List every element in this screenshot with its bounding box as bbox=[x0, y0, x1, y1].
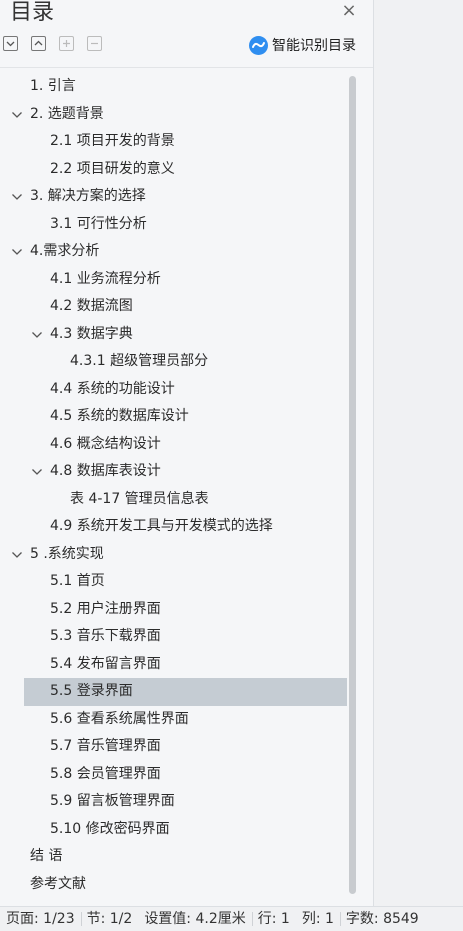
toc-item[interactable]: 5.1 首页 bbox=[0, 568, 347, 596]
smart-recognize-label: 智能识别目录 bbox=[272, 38, 356, 54]
toc-item-label: 5.3 音乐下载界面 bbox=[50, 628, 161, 644]
toc-item[interactable]: 4.8 数据库表设计 bbox=[0, 458, 347, 486]
toc-item[interactable]: 5.10 修改密码界面 bbox=[0, 816, 347, 844]
toc-item-label: 参考文献 bbox=[30, 875, 86, 892]
toc-item[interactable]: 4.5 系统的数据库设计 bbox=[0, 403, 347, 431]
smart-recognize-button[interactable]: 智能识别目录 bbox=[249, 35, 356, 55]
toolbar-divider bbox=[0, 67, 373, 68]
add-heading-icon[interactable] bbox=[59, 36, 74, 51]
toc-list: 1. 引言 2. 选题背景 2.1 项目开发的背景 2.2 项目研发的意义 3. 解决方… bbox=[0, 73, 347, 898]
toc-item-label: 3. 解决方案的选择 bbox=[30, 188, 146, 204]
chevron-down-icon[interactable] bbox=[31, 330, 43, 340]
toc-item-label: 5.6 查看系统属性界面 bbox=[50, 710, 189, 727]
toc-item[interactable]: 5.2 用户注册界面 bbox=[0, 596, 347, 624]
toc-item-label: 1. 引言 bbox=[30, 78, 76, 94]
toc-item-label: 4.4 系统的功能设计 bbox=[50, 380, 175, 397]
toc-item-label: 5.1 首页 bbox=[50, 573, 105, 589]
chevron-down-icon[interactable] bbox=[11, 192, 23, 202]
chevron-down-icon[interactable] bbox=[11, 247, 23, 257]
chevron-down-icon[interactable] bbox=[11, 110, 23, 120]
toc-item[interactable]: 结 语 bbox=[0, 843, 347, 871]
toc-item-selected[interactable]: 5.5 登录界面 bbox=[24, 678, 347, 706]
status-word-count[interactable]: 字数: 8549 bbox=[339, 907, 425, 931]
toc-item[interactable]: 5.3 音乐下载界面 bbox=[0, 623, 347, 651]
toc-item-label: 5.8 会员管理界面 bbox=[50, 765, 161, 782]
chevron-down-icon[interactable] bbox=[31, 467, 43, 477]
toc-item[interactable]: 5.4 发布留言界面 bbox=[0, 651, 347, 679]
status-page[interactable]: 页面: 1/23 bbox=[0, 907, 81, 931]
toc-item-label: 4.1 业务流程分析 bbox=[50, 270, 161, 287]
toc-item[interactable]: 2.2 项目研发的意义 bbox=[0, 156, 347, 184]
toc-item-label: 2. 选题背景 bbox=[30, 105, 104, 122]
toc-item[interactable]: 3. 解决方案的选择 bbox=[0, 183, 347, 211]
scrollbar[interactable] bbox=[348, 73, 357, 895]
chevron-down-icon[interactable] bbox=[11, 550, 23, 560]
status-line: 行: 1 bbox=[251, 907, 296, 931]
toc-item[interactable]: 4.4 系统的功能设计 bbox=[0, 376, 347, 404]
toc-item[interactable]: 4.3 数据字典 bbox=[0, 321, 347, 349]
toc-item[interactable]: 5.8 会员管理界面 bbox=[0, 761, 347, 789]
toc-item[interactable]: 2. 选题背景 bbox=[0, 101, 347, 129]
toc-item[interactable]: 4.1 业务流程分析 bbox=[0, 266, 347, 294]
toc-item[interactable]: 表 4-17 管理员信息表 bbox=[0, 486, 347, 514]
toc-item[interactable]: 5.9 留言板管理界面 bbox=[0, 788, 347, 816]
toc-item-label: 5.2 用户注册界面 bbox=[50, 600, 161, 617]
toc-item[interactable]: 5.7 音乐管理界面 bbox=[0, 733, 347, 761]
toc-toolbar bbox=[3, 36, 102, 54]
toc-item[interactable]: 2.1 项目开发的背景 bbox=[0, 128, 347, 156]
smart-recognize-icon bbox=[249, 35, 268, 55]
toc-item[interactable]: 4.需求分析 bbox=[0, 238, 347, 266]
toc-item-label: 5.7 音乐管理界面 bbox=[50, 738, 161, 754]
toc-item-label: 4.2 数据流图 bbox=[50, 298, 133, 314]
toc-item[interactable]: 5 .系统实现 bbox=[0, 541, 347, 569]
status-setting: 设置值: 4.2厘米 bbox=[144, 911, 246, 927]
toc-panel: 目录 × 智能识别目录 1. 引言 2. 选题背景 2.1 项目开发的背景 2.2 项… bbox=[0, 0, 374, 906]
toc-item-label: 4.3 数据字典 bbox=[50, 325, 133, 342]
toc-item-label: 5.9 留言板管理界面 bbox=[50, 793, 175, 809]
toc-item-label: 4.6 概念结构设计 bbox=[50, 435, 161, 452]
toc-item-label: 5 .系统实现 bbox=[30, 545, 104, 562]
close-icon[interactable]: × bbox=[340, 2, 358, 20]
toc-item[interactable]: 参考文献 bbox=[0, 871, 347, 899]
status-bar: 页面: 1/23 节: 1/2 设置值: 4.2厘米 行: 1 列: 1 字数:… bbox=[0, 906, 463, 931]
remove-heading-icon[interactable] bbox=[87, 36, 102, 51]
toc-item-label: 5.10 修改密码界面 bbox=[50, 820, 170, 837]
toc-item[interactable]: 4.6 概念结构设计 bbox=[0, 431, 347, 459]
toc-item-label: 4.需求分析 bbox=[30, 243, 100, 259]
toc-item[interactable]: 3.1 可行性分析 bbox=[0, 211, 347, 239]
toc-item[interactable]: 4.9 系统开发工具与开发模式的选择 bbox=[0, 513, 347, 541]
toc-item-label: 2.1 项目开发的背景 bbox=[50, 133, 175, 149]
toc-item-label: 5.4 发布留言界面 bbox=[50, 655, 161, 672]
toc-item[interactable]: 5.6 查看系统属性界面 bbox=[0, 706, 347, 734]
toc-item-label: 4.3.1 超级管理员部分 bbox=[70, 353, 209, 369]
document-area bbox=[374, 0, 463, 906]
toc-item-label: 2.2 项目研发的意义 bbox=[50, 160, 175, 177]
collapse-all-icon[interactable] bbox=[3, 36, 18, 51]
status-section: 节: 1/2 bbox=[80, 907, 139, 931]
scrollbar-thumb[interactable] bbox=[349, 76, 356, 894]
toc-item-label: 4.8 数据库表设计 bbox=[50, 463, 161, 479]
toc-item-label: 表 4-17 管理员信息表 bbox=[70, 490, 209, 507]
toc-item-label: 结 语 bbox=[30, 848, 63, 864]
toc-item-label: 4.5 系统的数据库设计 bbox=[50, 408, 189, 424]
toc-item[interactable]: 4.3.1 超级管理员部分 bbox=[0, 348, 347, 376]
toc-item[interactable]: 4.2 数据流图 bbox=[0, 293, 347, 321]
panel-title: 目录 bbox=[10, 0, 55, 25]
toc-item-label: 4.9 系统开发工具与开发模式的选择 bbox=[50, 518, 273, 534]
toc-item[interactable]: 1. 引言 bbox=[0, 73, 347, 101]
status-column: 列: 1 bbox=[301, 911, 334, 927]
toc-item-label: 5.5 登录界面 bbox=[50, 683, 133, 699]
toc-item-label: 3.1 可行性分析 bbox=[50, 215, 147, 232]
expand-all-icon[interactable] bbox=[31, 36, 46, 51]
